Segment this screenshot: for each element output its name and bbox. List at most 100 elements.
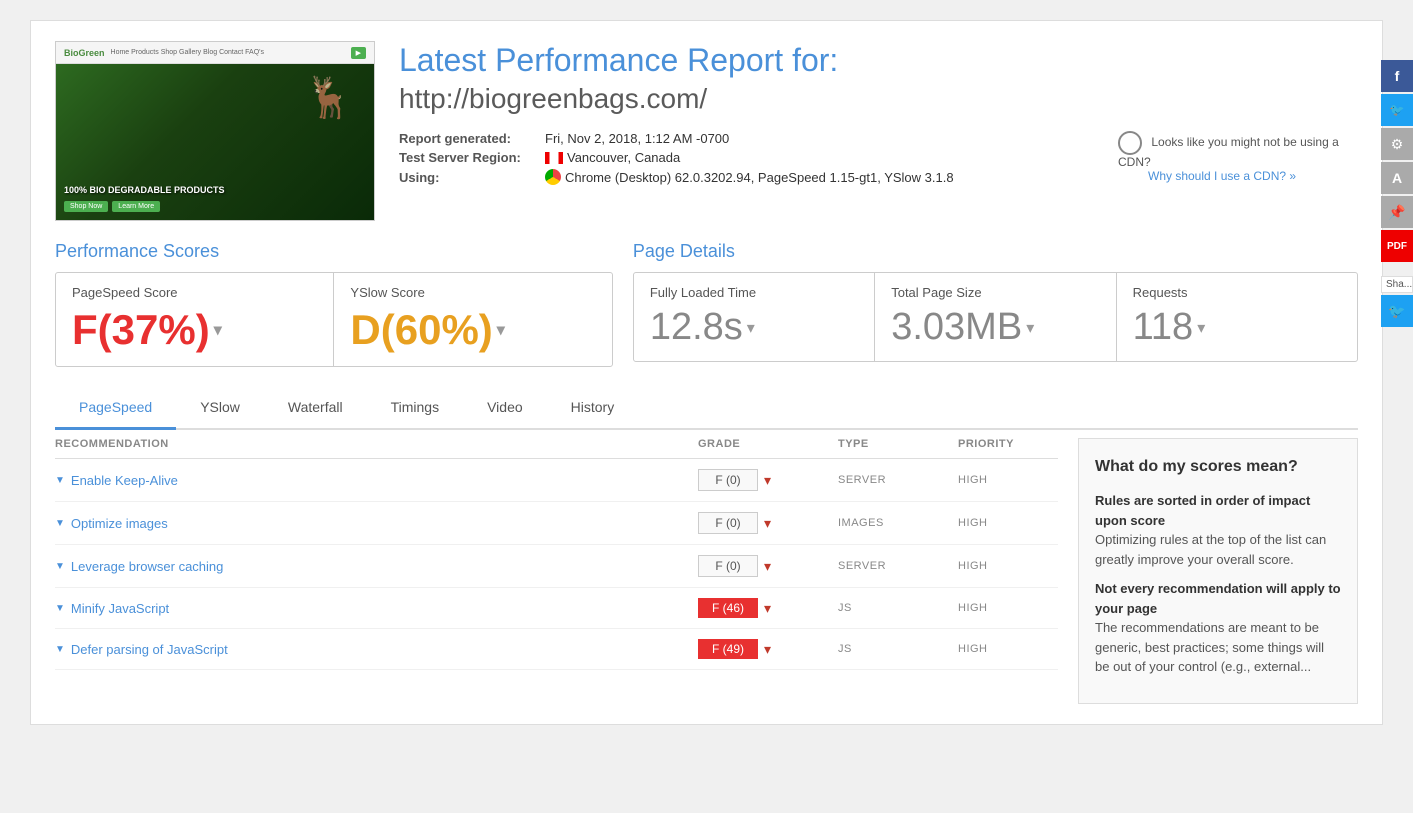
score-meaning-title: What do my scores mean? xyxy=(1095,455,1341,479)
tab-pagespeed[interactable]: PageSpeed xyxy=(55,387,176,430)
performance-scores: Performance Scores PageSpeed Score F(37%… xyxy=(55,241,613,367)
total-size-card: Total Page Size 3.03MB ▾ xyxy=(875,273,1116,361)
rec-priority-1: HIGH xyxy=(958,474,1058,486)
rec-grade-4: F (46) ▾ xyxy=(698,598,838,618)
font-icon: A xyxy=(1392,170,1402,186)
total-size-arrow[interactable]: ▾ xyxy=(1026,318,1034,338)
rec-type-1: SERVER xyxy=(838,474,958,486)
thumb-btn-1: Shop Now xyxy=(64,201,108,212)
page-details-title: Page Details xyxy=(633,241,1358,262)
recommendations-wrapper: RECOMMENDATION GRADE TYPE PRIORITY ▼ Ena… xyxy=(55,430,1358,704)
grade-arrow-2[interactable]: ▾ xyxy=(764,515,771,532)
twitter-share-button-2[interactable]: 🐦 xyxy=(1381,295,1413,327)
canada-flag-icon xyxy=(545,152,563,164)
rec-name-2[interactable]: ▼ Optimize images xyxy=(55,516,698,531)
report-url: http://biogreenbags.com/ xyxy=(399,83,1358,115)
rec-grade-5: F (49) ▾ xyxy=(698,639,838,659)
rec-type-2: IMAGES xyxy=(838,517,958,529)
thumb-nav-links: Home Products Shop Gallery Blog Contact … xyxy=(111,49,345,56)
scores-section: Performance Scores PageSpeed Score F(37%… xyxy=(55,241,1358,367)
settings-button[interactable]: ⚙ xyxy=(1381,128,1413,160)
scores-grid: PageSpeed Score F(37%) ▾ YSlow Score D(6… xyxy=(55,272,613,367)
using-value: Chrome (Desktop) 62.0.3202.94, PageSpeed… xyxy=(565,170,954,185)
cdn-link[interactable]: Why should I use a CDN? » xyxy=(1148,169,1296,183)
col-priority: PRIORITY xyxy=(958,438,1058,450)
expand-icon-4[interactable]: ▼ xyxy=(55,603,65,614)
para1-title: Rules are sorted in order of impact upon… xyxy=(1095,493,1310,528)
rec-type-5: JS xyxy=(838,643,958,655)
col-recommendation: RECOMMENDATION xyxy=(55,438,698,450)
yslow-value: D(60%) ▾ xyxy=(350,306,595,354)
rec-priority-2: HIGH xyxy=(958,517,1058,529)
pagespeed-score-card: PageSpeed Score F(37%) ▾ xyxy=(56,273,334,366)
tab-waterfall[interactable]: Waterfall xyxy=(264,387,367,430)
header-text: Latest Performance Report for: http://bi… xyxy=(399,41,1358,221)
rec-name-5[interactable]: ▼ Defer parsing of JavaScript xyxy=(55,642,698,657)
tab-timings[interactable]: Timings xyxy=(367,387,464,430)
report-generated-value: Fri, Nov 2, 2018, 1:12 AM -0700 xyxy=(545,131,729,146)
expand-icon-3[interactable]: ▼ xyxy=(55,561,65,572)
grade-arrow-4[interactable]: ▾ xyxy=(764,600,771,617)
twitter-share-button[interactable]: 🐦 xyxy=(1381,94,1413,126)
rec-name-1[interactable]: ▼ Enable Keep-Alive xyxy=(55,473,698,488)
total-size-label: Total Page Size xyxy=(891,285,1099,300)
report-title: Latest Performance Report for: xyxy=(399,41,1358,79)
tab-video[interactable]: Video xyxy=(463,387,547,430)
table-header: RECOMMENDATION GRADE TYPE PRIORITY xyxy=(55,430,1058,459)
rec-grade-2: F (0) ▾ xyxy=(698,512,838,534)
test-server-label: Test Server Region: xyxy=(399,150,539,165)
grade-arrow-5[interactable]: ▾ xyxy=(764,641,771,658)
col-grade: GRADE xyxy=(698,438,838,450)
report-generated-row: Report generated: Fri, Nov 2, 2018, 1:12… xyxy=(399,131,1118,146)
pin-button[interactable]: 📌 xyxy=(1381,196,1413,228)
gear-icon: ⚙ xyxy=(1391,136,1404,153)
table-row: ▼ Defer parsing of JavaScript F (49) ▾ J… xyxy=(55,629,1058,670)
rec-name-4[interactable]: ▼ Minify JavaScript xyxy=(55,601,698,616)
thumb-nav-btn: ▶ xyxy=(351,47,366,59)
expand-icon-2[interactable]: ▼ xyxy=(55,518,65,529)
rec-type-3: SERVER xyxy=(838,560,958,572)
font-button[interactable]: A xyxy=(1381,162,1413,194)
grade-arrow-1[interactable]: ▾ xyxy=(764,472,771,489)
side-buttons: f 🐦 ⚙ A 📌 PDF Sha... 🐦 xyxy=(1381,60,1413,327)
facebook-share-button[interactable]: f xyxy=(1381,60,1413,92)
pdf-icon: PDF xyxy=(1387,241,1407,252)
expand-icon-1[interactable]: ▼ xyxy=(55,475,65,486)
yslow-dropdown-arrow[interactable]: ▾ xyxy=(497,320,505,340)
fully-loaded-arrow[interactable]: ▾ xyxy=(747,318,755,338)
site-thumbnail: BioGreen Home Products Shop Gallery Blog… xyxy=(55,41,375,221)
pagespeed-dropdown-arrow[interactable]: ▾ xyxy=(214,320,222,340)
using-label: Using: xyxy=(399,170,539,185)
pagespeed-label: PageSpeed Score xyxy=(72,285,317,300)
expand-icon-5[interactable]: ▼ xyxy=(55,644,65,655)
requests-arrow[interactable]: ▾ xyxy=(1197,318,1205,338)
rec-priority-4: HIGH xyxy=(958,602,1058,614)
requests-value: 118 ▾ xyxy=(1133,306,1341,349)
using-row: Using: Chrome (Desktop) 62.0.3202.94, Pa… xyxy=(399,169,1118,185)
tab-history[interactable]: History xyxy=(547,387,639,430)
twitter-icon: 🐦 xyxy=(1390,103,1405,117)
pagespeed-value: F(37%) ▾ xyxy=(72,306,317,354)
cdn-notice: Looks like you might not be using a CDN? xyxy=(1118,136,1339,170)
table-row: ▼ Enable Keep-Alive F (0) ▾ SERVER HIGH xyxy=(55,459,1058,502)
fully-loaded-label: Fully Loaded Time xyxy=(650,285,858,300)
performance-scores-title: Performance Scores xyxy=(55,241,613,262)
grade-arrow-3[interactable]: ▾ xyxy=(764,558,771,575)
thumb-deer-icon: 🦌 xyxy=(304,74,354,121)
thumb-btn-2: Learn More xyxy=(112,201,160,212)
share-label: Sha... xyxy=(1381,276,1413,293)
tab-yslow[interactable]: YSlow xyxy=(176,387,264,430)
table-row: ▼ Minify JavaScript F (46) ▾ JS HIGH xyxy=(55,588,1058,629)
score-meaning-box: What do my scores mean? Rules are sorted… xyxy=(1078,438,1358,704)
page-details: Page Details Fully Loaded Time 12.8s ▾ T… xyxy=(633,241,1358,367)
rec-type-4: JS xyxy=(838,602,958,614)
tabs-container: PageSpeed YSlow Waterfall Timings Video … xyxy=(55,387,1358,430)
pdf-button[interactable]: PDF xyxy=(1381,230,1413,262)
fully-loaded-card: Fully Loaded Time 12.8s ▾ xyxy=(634,273,875,361)
rec-name-3[interactable]: ▼ Leverage browser caching xyxy=(55,559,698,574)
rec-grade-1: F (0) ▾ xyxy=(698,469,838,491)
thumb-text: 100% BIO DEGRADABLE PRODUCTS xyxy=(64,185,366,195)
thumb-logo: BioGreen xyxy=(64,48,105,58)
requests-card: Requests 118 ▾ xyxy=(1117,273,1357,361)
recommendations-table: RECOMMENDATION GRADE TYPE PRIORITY ▼ Ena… xyxy=(55,430,1058,704)
